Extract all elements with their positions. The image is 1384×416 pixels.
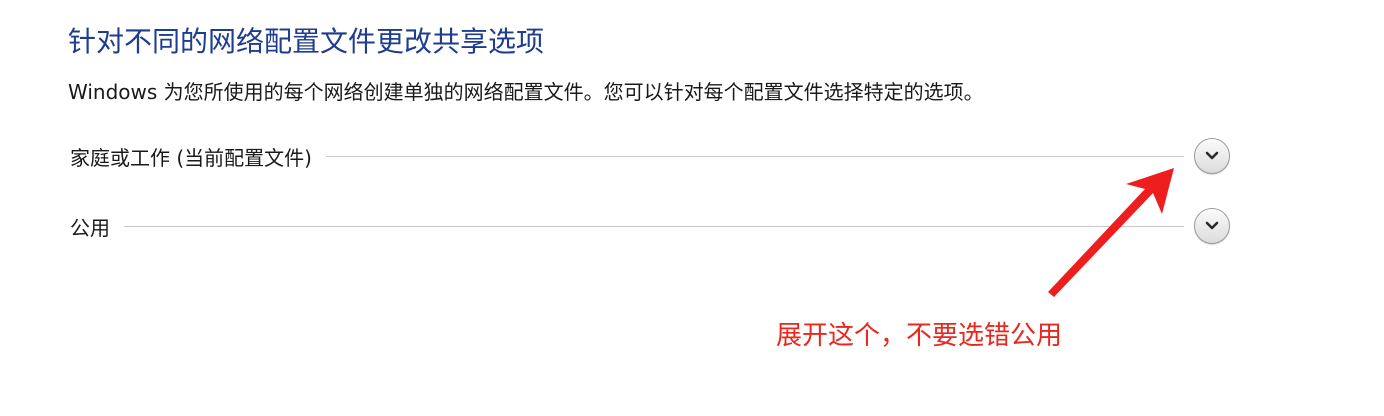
annotation-text: 展开这个，不要选错公用: [776, 321, 1063, 351]
section-label-public: 公用: [70, 215, 110, 240]
expand-home-work-button[interactable]: [1194, 138, 1230, 174]
page-title: 针对不同的网络配置文件更改共享选项: [68, 25, 545, 58]
section-divider: [325, 155, 1184, 157]
section-home-work-profile[interactable]: 家庭或工作 (当前配置文件): [70, 134, 1230, 178]
section-public-profile[interactable]: 公用: [70, 204, 1230, 248]
expand-public-button[interactable]: [1194, 208, 1230, 244]
page-description: Windows 为您所使用的每个网络创建单独的网络配置文件。您可以针对每个配置文…: [68, 80, 984, 104]
chevron-down-icon: [1205, 221, 1219, 230]
section-divider: [124, 225, 1184, 227]
section-label-home-work: 家庭或工作 (当前配置文件): [70, 145, 312, 170]
chevron-down-icon: [1205, 151, 1219, 160]
